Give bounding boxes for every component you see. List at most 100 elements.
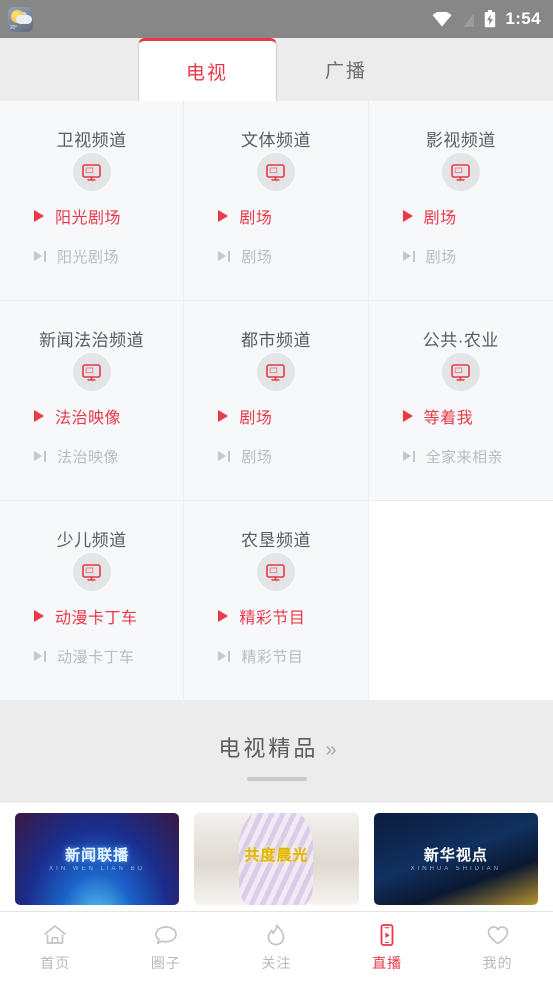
- program-now-row[interactable]: 剧场: [402, 203, 553, 229]
- program-now-row[interactable]: 精彩节目: [218, 603, 367, 629]
- channel-grid: 卫视频道 阳光剧场 阳光剧场 文体频道 剧场 剧场 影视频道 剧场 剧场 新闻法治频道 法治映像 法治…: [0, 101, 553, 701]
- channel-card[interactable]: 文体频道 剧场 剧场: [184, 101, 369, 301]
- home-icon: [44, 924, 67, 944]
- nav-item-label: 关注: [261, 954, 292, 971]
- channel-tv-badge: [72, 553, 111, 591]
- program-now-label: 剧场: [239, 210, 273, 227]
- program-next-row[interactable]: 法治映像: [34, 443, 183, 469]
- nav-item-label: 首页: [40, 954, 71, 971]
- weather-temp-label: 20°: [10, 24, 17, 31]
- nav-item-chat[interactable]: 圈子: [111, 923, 222, 973]
- featured-thumbnail[interactable]: 共度晨光: [194, 813, 359, 905]
- program-now-row[interactable]: 法治映像: [34, 403, 183, 429]
- program-now-label: 精彩节目: [239, 610, 306, 627]
- channel-card[interactable]: 新闻法治频道 法治映像 法治映像: [0, 301, 185, 501]
- status-bar: 20° 1:54: [0, 0, 553, 38]
- tv-monitor-icon: [82, 163, 101, 181]
- program-now-row[interactable]: 等着我: [402, 403, 553, 429]
- program-now-row[interactable]: 动漫卡丁车: [34, 603, 183, 629]
- skip-next-icon: [34, 450, 46, 462]
- channel-card-body: 剧场 剧场: [184, 173, 368, 300]
- program-next-row[interactable]: 剧场: [402, 243, 553, 269]
- nav-item-home[interactable]: 首页: [0, 923, 111, 973]
- play-icon: [218, 410, 229, 422]
- channel-card[interactable]: 公共·农业等着我全家来相亲: [368, 301, 553, 501]
- skip-next-icon: [218, 250, 231, 262]
- program-now-label: 法治映像: [55, 410, 122, 427]
- tab-bar: 电视 广播: [0, 38, 553, 101]
- featured-thumbnail[interactable]: 新华视点 XINHUA SHIDIAN: [373, 813, 538, 905]
- program-next-label: 全家来相亲: [425, 448, 504, 466]
- chat-icon: [155, 925, 177, 944]
- app-screen: 20° 1:54 电视 广播 卫视频道 阳光剧场 阳光剧场 文体频道 剧场 剧场…: [0, 0, 553, 983]
- nav-item-live-phone[interactable]: 直播: [332, 923, 443, 973]
- tab-tv[interactable]: 电视: [137, 38, 277, 101]
- channel-title: 新闻法治频道: [39, 331, 145, 350]
- signal-off-icon: [461, 11, 475, 27]
- channel-tv-badge: [441, 353, 480, 391]
- tab-radio[interactable]: 广播: [277, 38, 416, 101]
- tab-radio-label: 广播: [324, 61, 367, 82]
- program-next-label: 精彩节目: [241, 648, 304, 666]
- wifi-icon: [432, 11, 452, 26]
- channel-tv-badge: [72, 353, 111, 391]
- live-phone-icon: [380, 923, 394, 946]
- play-icon: [34, 410, 44, 422]
- program-now-label: 等着我: [423, 410, 474, 427]
- chevron-double-right-icon[interactable]: »: [325, 739, 336, 761]
- program-next-row[interactable]: 精彩节目: [218, 643, 367, 669]
- bottom-navigation: 首页 圈子 关注 直播 我的: [0, 911, 553, 983]
- skip-next-icon: [34, 250, 46, 262]
- nav-item-label: 我的: [482, 954, 513, 971]
- program-next-row[interactable]: 阳光剧场: [34, 243, 183, 269]
- tv-monitor-icon: [82, 563, 101, 581]
- play-icon: [218, 610, 229, 622]
- program-now-label: 阳光剧场: [55, 210, 122, 227]
- channel-title: 卫视频道: [56, 131, 127, 150]
- channel-card[interactable]: 都市频道 剧场 剧场: [184, 301, 369, 501]
- program-next-label: 动漫卡丁车: [57, 648, 135, 666]
- channel-card-body: 动漫卡丁车 动漫卡丁车: [0, 573, 184, 700]
- tv-monitor-icon: [266, 363, 286, 381]
- channel-card-body: 阳光剧场 阳光剧场: [0, 173, 184, 300]
- skip-next-icon: [402, 450, 415, 462]
- channel-card-body: 法治映像 法治映像: [0, 373, 184, 500]
- play-icon: [34, 210, 44, 222]
- skip-next-icon: [402, 250, 415, 262]
- channel-title: 文体频道: [240, 131, 311, 150]
- program-next-row[interactable]: 动漫卡丁车: [34, 643, 183, 669]
- featured-thumbnail-caption: 共度晨光: [244, 847, 309, 865]
- program-next-row[interactable]: 全家来相亲: [402, 443, 553, 469]
- channel-card[interactable]: 影视频道 剧场 剧场: [368, 101, 553, 301]
- channel-title: 少儿频道: [56, 531, 127, 550]
- channel-card-placeholder: [368, 501, 553, 701]
- channel-tv-badge: [441, 153, 480, 191]
- status-icons: 1:54: [432, 9, 541, 29]
- channel-card[interactable]: 农垦频道 精彩节目 精彩节目: [184, 501, 369, 701]
- channel-tv-badge: [256, 553, 295, 591]
- channel-card[interactable]: 卫视频道 阳光剧场 阳光剧场: [0, 101, 185, 301]
- skip-next-icon: [218, 650, 231, 662]
- play-icon: [402, 410, 413, 422]
- program-now-row[interactable]: 阳光剧场: [34, 203, 183, 229]
- nav-item-flame[interactable]: 关注: [221, 923, 332, 973]
- channel-title: 影视频道: [425, 131, 496, 150]
- channel-tv-badge: [256, 353, 295, 391]
- featured-thumbnail[interactable]: 新闻联播 XIN WEN LIAN BO: [15, 813, 180, 905]
- flame-icon: [268, 924, 285, 945]
- channel-title: 都市频道: [240, 331, 311, 350]
- nav-item-heart[interactable]: 我的: [442, 923, 553, 973]
- program-now-row[interactable]: 剧场: [218, 403, 367, 429]
- program-now-row[interactable]: 剧场: [218, 203, 367, 229]
- weather-cloud-front: [16, 14, 32, 24]
- channel-title: 公共·农业: [422, 331, 499, 350]
- program-next-row[interactable]: 剧场: [218, 243, 367, 269]
- tv-monitor-icon: [451, 363, 471, 381]
- program-next-label: 法治映像: [57, 448, 120, 466]
- heart-icon: [487, 925, 509, 944]
- tv-monitor-icon: [266, 563, 286, 581]
- program-next-label: 剧场: [425, 248, 457, 266]
- program-next-row[interactable]: 剧场: [218, 443, 367, 469]
- section-underline: [246, 777, 307, 781]
- channel-card[interactable]: 少儿频道 动漫卡丁车 动漫卡丁车: [0, 501, 185, 701]
